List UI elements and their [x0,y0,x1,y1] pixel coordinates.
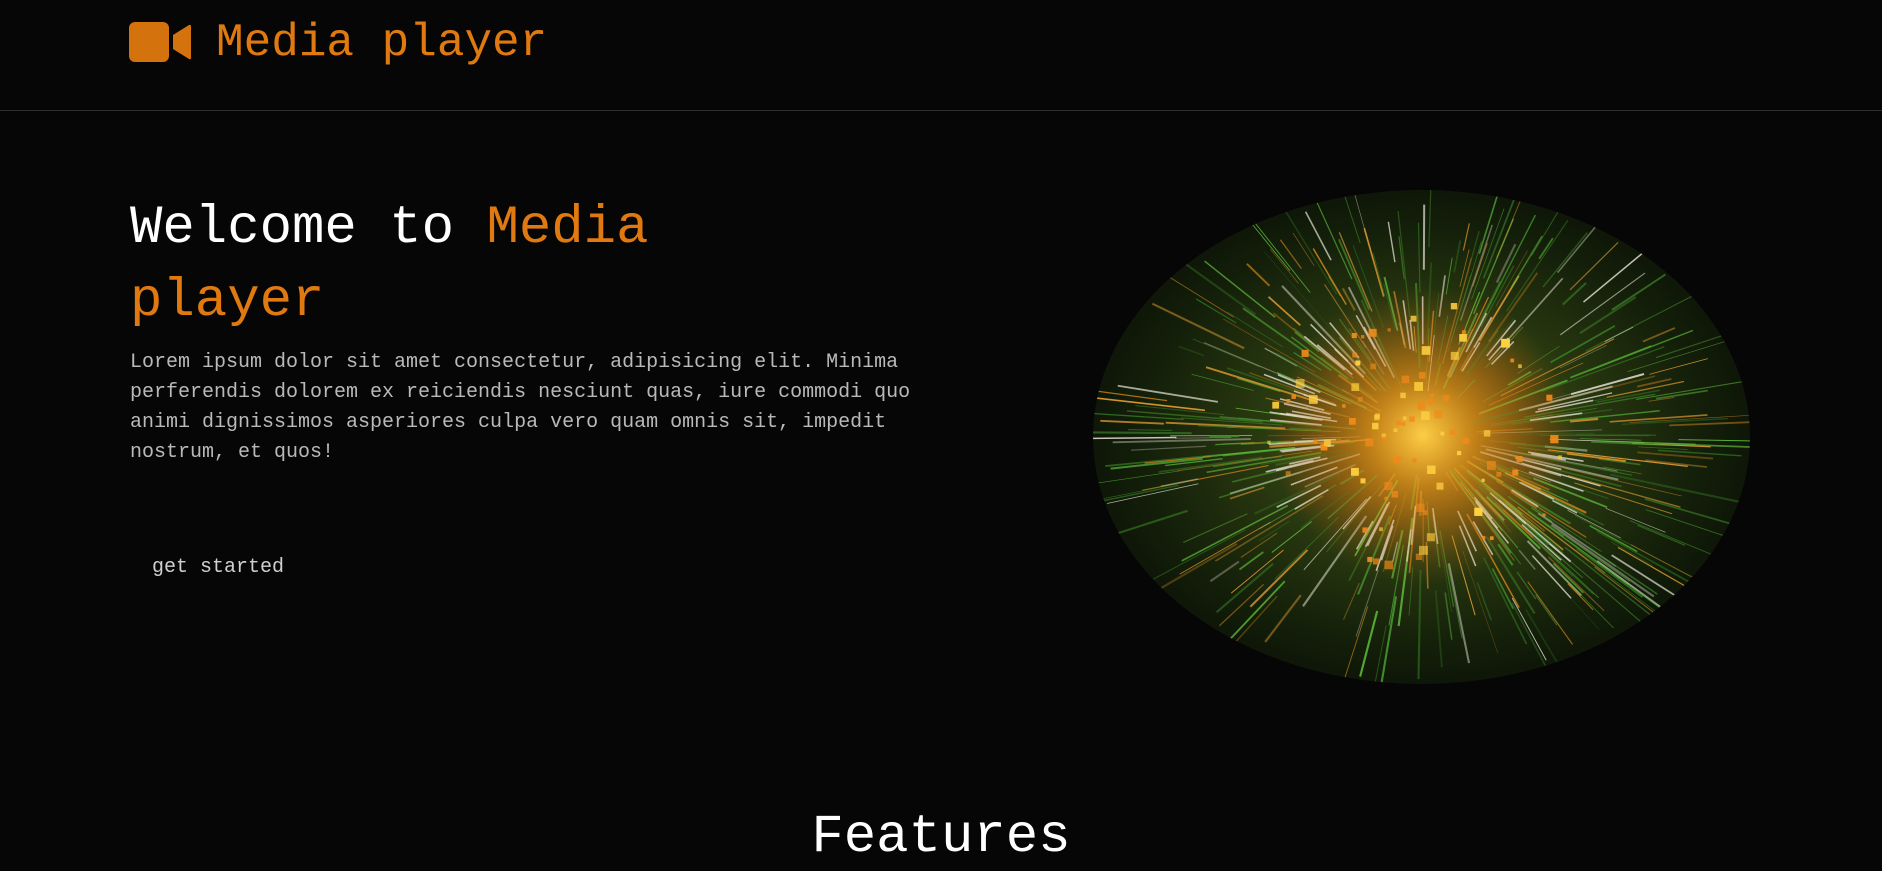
light-dot [1428,398,1434,405]
light-dot [1323,439,1331,447]
light-dot [1374,414,1380,421]
light-dot [1384,496,1389,501]
light-dot [1372,422,1379,430]
light-dot [1542,513,1546,517]
light-dot [1301,349,1309,357]
light-dot [1482,535,1486,540]
light-dot [1355,360,1361,366]
light-dot [1368,328,1377,337]
light-dot [1496,471,1502,477]
light-dot [1352,352,1358,358]
light-dot [1379,527,1383,532]
light-dot [1308,395,1318,404]
light-dot [1510,358,1515,363]
brand-name: Media player [216,17,548,69]
light-dot [1462,437,1469,445]
hero-description: Lorem ipsum dolor sit amet consectetur, … [130,351,911,464]
light-dot [1401,422,1406,426]
light-tunnel-graphic [1093,190,1750,684]
features-heading: Features [811,807,1071,868]
light-dot [1267,440,1271,445]
site-header: Media player [0,0,1882,111]
light-dot [1384,482,1393,491]
light-dot [1360,478,1366,484]
light-dot [1456,451,1462,456]
light-dot [1436,482,1444,490]
light-dot [1357,397,1363,402]
light-dot [1486,461,1496,470]
light-dot [1421,346,1431,355]
light-dot [1450,351,1459,360]
light-dot [1416,503,1425,512]
light-dot [1417,402,1426,410]
light-dot [1367,556,1373,562]
light-dot [1291,394,1296,399]
light-dot [1518,364,1522,369]
light-dot [1557,455,1562,460]
light-dot [1481,478,1485,482]
light-dot [1362,527,1368,533]
light-dot [1489,536,1494,541]
light-dot [1516,455,1523,463]
light-dot [1393,456,1401,463]
light-dot [1351,467,1359,476]
light-dot [1501,338,1510,348]
brand-logo-link[interactable]: Media player [129,14,547,70]
hero-title-prefix: Welcome to [130,198,487,259]
light-dot [1387,328,1391,332]
light-dot [1285,471,1291,477]
light-dot [1414,382,1424,391]
light-dot [1351,332,1357,339]
light-dot [1474,507,1483,516]
video-camera-icon [129,22,191,62]
light-dot [1409,416,1415,422]
light-dot [1421,411,1430,420]
light-ray [1093,431,1192,435]
light-dot [1418,545,1428,555]
light-dot [1440,431,1445,436]
light-dot [1449,429,1456,436]
get-started-button[interactable]: get started [130,548,306,587]
light-dot [1483,430,1491,437]
light-dot [1546,394,1553,401]
light-dot [1430,393,1434,398]
light-dot [1351,383,1360,392]
hero-title: Welcome to Media player [130,192,770,338]
page: Media player Welcome to Media player Lor… [0,0,1882,871]
light-dot [1400,392,1406,399]
light-dot [1396,420,1401,426]
light-dot [1370,363,1376,370]
light-dot [1461,330,1467,335]
light-dot [1426,533,1435,542]
light-dot [1349,417,1356,425]
light-dot [1418,372,1426,379]
hero-section: Welcome to Media player Lorem ipsum dolo… [130,192,930,468]
light-dot [1382,436,1388,443]
light-dot [1365,438,1374,447]
light-dot [1550,435,1559,444]
light-dot [1427,465,1436,474]
light-dot [1434,410,1443,419]
light-dot [1402,416,1407,421]
light-dot [1410,315,1417,322]
light-dot [1342,404,1346,408]
light-dot [1450,302,1458,310]
light-dot [1361,335,1365,339]
light-dot [1512,469,1519,476]
light-dot [1272,401,1280,409]
light-dot [1393,428,1398,433]
light-dot [1442,394,1450,402]
light-dot [1313,439,1318,444]
light-dot [1286,399,1291,403]
light-dot [1401,375,1410,384]
light-dot [1412,458,1417,463]
light-dot [1384,560,1394,570]
light-dot [1459,334,1467,342]
light-dot [1391,491,1399,498]
light-dot [1372,558,1380,565]
light-ray [1093,436,1177,440]
hero-image [1093,190,1750,684]
light-dot [1295,379,1305,388]
